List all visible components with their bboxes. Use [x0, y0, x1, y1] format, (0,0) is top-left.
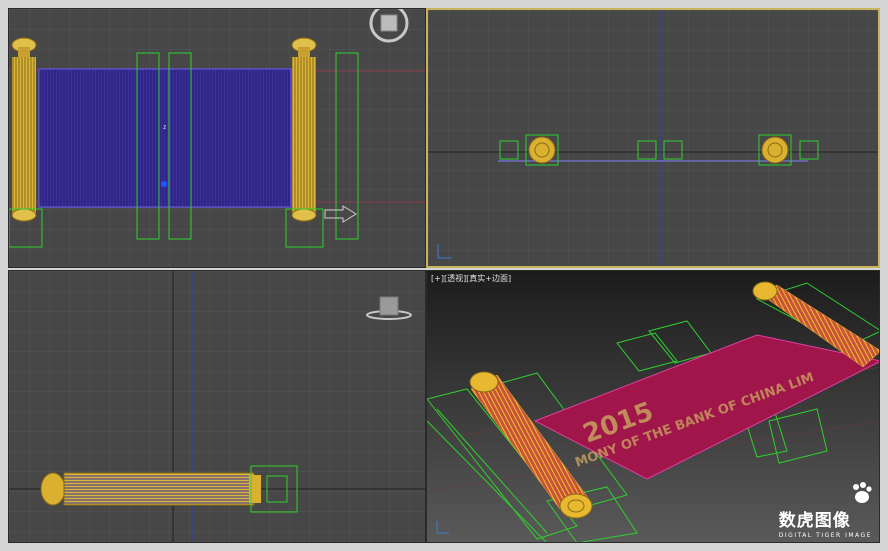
viewport-front[interactable]	[426, 8, 880, 268]
scroll-left-top-view	[11, 37, 37, 222]
viewport-perspective[interactable]: 2015 MONY OF THE BANK OF CHINA LIM [+][透…	[426, 270, 880, 543]
viewport-left-canvas	[9, 271, 425, 542]
pivot-point	[161, 181, 167, 187]
viewport-top[interactable]: z	[8, 8, 426, 268]
watermark-title: 数虎图像	[778, 511, 851, 531]
viewport-label[interactable]: [+][透视][真实+边面]	[431, 273, 511, 284]
viewport-front-canvas	[428, 10, 878, 266]
svg-text:z: z	[163, 124, 166, 131]
app-window: z 2015 MONY OF THE BANK OF CHINA LIM [+]…	[0, 0, 888, 551]
watermark-subtitle: DIGITAL TIGER IMAGE	[778, 532, 872, 539]
scroll-side-view	[40, 472, 261, 506]
paw-icon	[853, 482, 872, 503]
scroll-right-front-view	[761, 136, 789, 164]
watermark-logo: 数虎图像 DIGITAL TIGER IMAGE	[778, 482, 872, 539]
scroll-right-top-view	[291, 37, 317, 222]
scroll-left-front-view	[528, 136, 556, 164]
viewport-top-canvas: z	[9, 9, 425, 267]
viewport-perspective-canvas: 2015 MONY OF THE BANK OF CHINA LIM	[427, 271, 879, 542]
viewport-left[interactable]	[8, 270, 426, 543]
